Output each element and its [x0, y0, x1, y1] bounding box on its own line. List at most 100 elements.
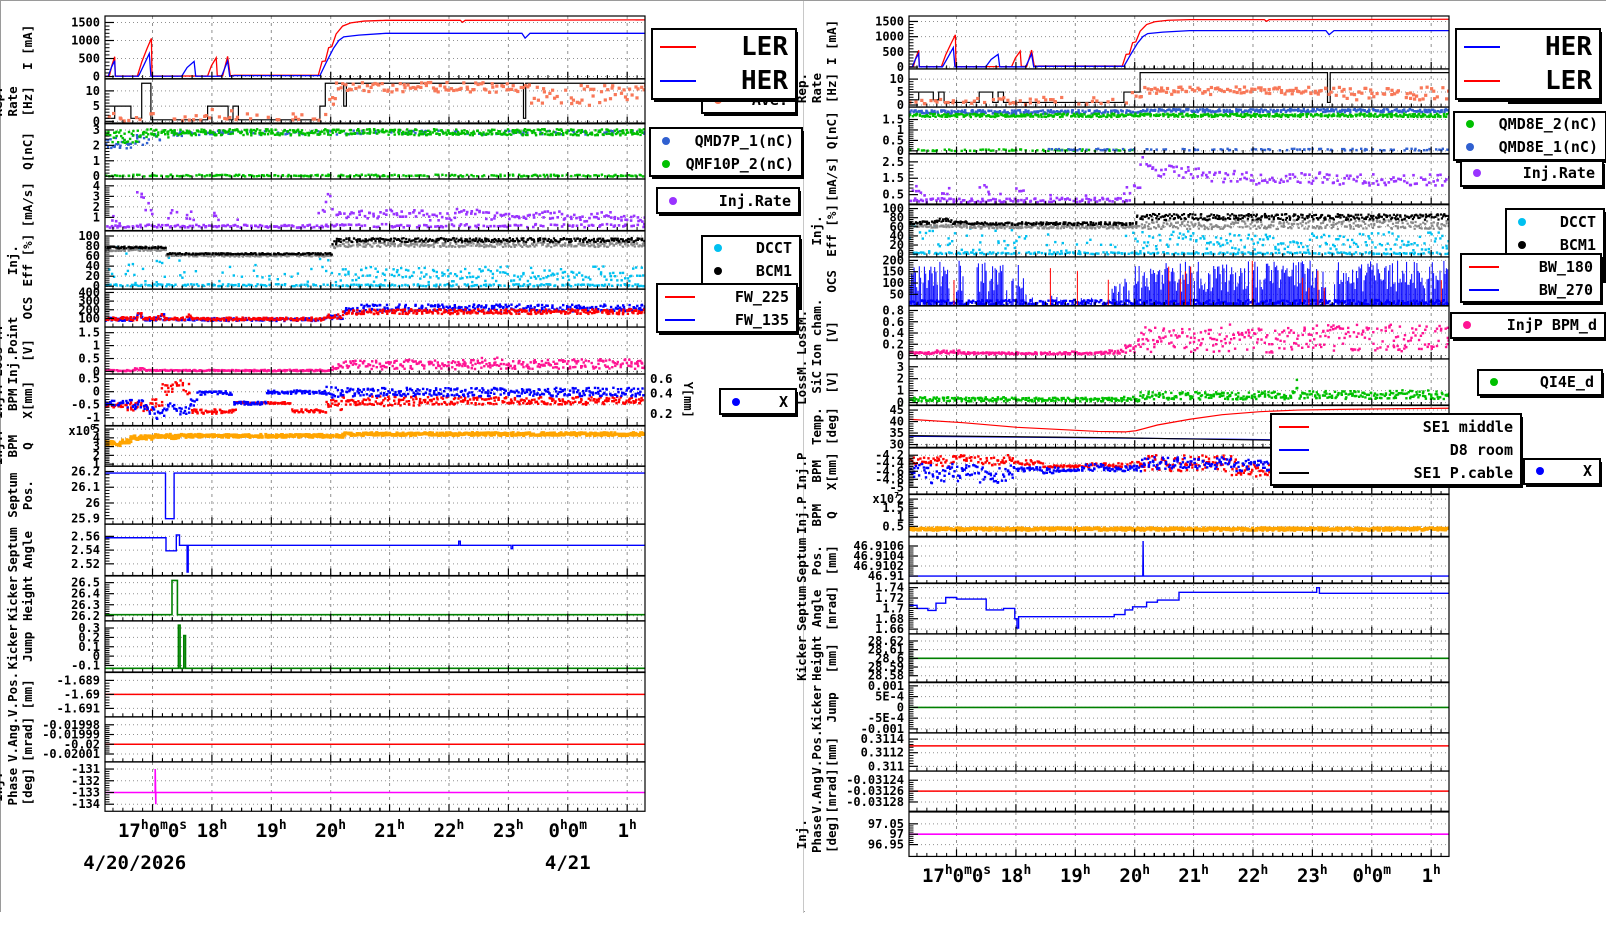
- legend-item: HER: [653, 64, 795, 98]
- legend-marker-line: [1279, 426, 1309, 428]
- legend-marker-dot: [714, 267, 722, 275]
- svg-text:100: 100: [78, 229, 100, 243]
- chart-left-septum-angle: 2.522.542.56SeptumAngle: [1, 524, 801, 578]
- legend-label: BCM1: [1536, 236, 1596, 254]
- svg-text:500: 500: [78, 52, 100, 66]
- legend-item: QMD8E_1(nC): [1455, 136, 1605, 159]
- legend-item: FW_135: [658, 308, 796, 331]
- legend-label: X: [1554, 462, 1592, 480]
- legend-item: QI4E_d: [1479, 371, 1601, 394]
- chart-left-v-pos: -1.689-1.69-1.691V.Pos.[mm]: [1, 672, 801, 719]
- legend-label: SE1 middle: [1317, 418, 1513, 436]
- chart-right-septum-angle: 1.661.681.71.721.74SeptumAngle[mrad]: [805, 583, 1605, 636]
- legend-label: QMD7P_1(nC): [680, 132, 794, 150]
- legend-marker-dot: [714, 244, 722, 252]
- legend-label: QI4E_d: [1508, 373, 1594, 391]
- chart-left-loss-monitor-inj-point: 00.511.5Loss M.Inj.Point[V]: [1, 327, 801, 377]
- legend-charge: QMD7P_1(nC) QMF10P_2(nC): [649, 127, 803, 177]
- legend-item: LER: [653, 30, 795, 64]
- legend-ocs: FW_225 FW_135: [656, 283, 798, 333]
- legend-lossm-ion-cham: InjP BPM_d: [1450, 312, 1606, 339]
- right-strip-chart-panel: 050010001500I [mA]0510Rep.Rate[Hz]00.511…: [805, 1, 1606, 913]
- legend-label: FW_225: [703, 288, 789, 306]
- legend-marker-line: [1464, 46, 1500, 48]
- legend-label: Inj.Rate: [1491, 164, 1595, 182]
- svg-text:1500: 1500: [71, 15, 100, 29]
- chart-left-v-ang: -0.01998-0.01999-0.02-0.02001V.Ang.[mrad…: [1, 717, 801, 764]
- legend-label: LER: [704, 32, 788, 62]
- legend-label: BW_270: [1507, 281, 1593, 299]
- svg-text:Rate: Rate: [5, 86, 20, 117]
- svg-text:[Hz]: [Hz]: [20, 86, 35, 116]
- date-label: 4/21: [545, 852, 591, 874]
- legend-item: SE1 middle: [1272, 415, 1520, 438]
- legend-label: QMF10P_2(nC): [680, 155, 794, 173]
- svg-text:1: 1: [93, 154, 100, 168]
- chart-right-inj-phase: 97.059796.95Inj.Phase[deg]: [805, 812, 1605, 859]
- left-strip-chart-panel: 050010001500I [mA]0510Rep.Rate[Hz]0123Q[…: [1, 1, 804, 913]
- legend-marker-dot: [1490, 378, 1498, 386]
- legend-item: FW_225: [658, 285, 796, 308]
- svg-text:[mA/s]: [mA/s]: [20, 183, 35, 228]
- legend-injection-rate: Inj.Rate: [1460, 160, 1604, 187]
- legend-label: QMD8E_1(nC): [1484, 138, 1598, 156]
- legend-item: BCM1: [703, 260, 799, 283]
- chart-right-v-pos: 0.31140.31120.311V.Pos.[mm]: [805, 733, 1605, 774]
- legend-item: Inj.Rate: [1462, 162, 1602, 185]
- svg-text:OCS: OCS: [20, 297, 35, 320]
- legend-item: BW_270: [1462, 278, 1600, 301]
- legend-marker-line: [1469, 289, 1499, 291]
- svg-text:Inj.: Inj.: [5, 245, 20, 275]
- legend-inj-p-bpm-x: X: [719, 388, 797, 415]
- legend-label: InjP BPM_d: [1481, 316, 1597, 334]
- legend-item: DCCT: [703, 237, 799, 260]
- legend-inj-p-bpm-x: X: [1523, 458, 1601, 485]
- legend-marker-line: [1279, 472, 1309, 474]
- chart-left-septum-pos: 25.92626.126.2SeptumPos.: [1, 466, 801, 527]
- beam-injection-monitor: 050010001500I [mA]0510Rep.Rate[Hz]0123Q[…: [0, 0, 1606, 912]
- legend-marker-line: [1469, 266, 1499, 268]
- legend-marker-dot: [1473, 169, 1481, 177]
- legend-marker-line: [660, 80, 696, 82]
- svg-text:5: 5: [93, 99, 100, 113]
- legend-charge: QMD8E_2(nC) QMD8E_1(nC): [1453, 111, 1606, 161]
- legend-marker-line: [1464, 80, 1500, 82]
- legend-marker-dot: [662, 137, 670, 145]
- legend-label: DCCT: [1536, 213, 1596, 231]
- legend-marker-dot: [1466, 120, 1474, 128]
- legend-item: Inj.Rate: [658, 189, 798, 212]
- legend-label: FW_135: [703, 311, 789, 329]
- x-axis-labels: 17h0m0s18h19h20h21h22h23h0h0m1h: [805, 856, 1605, 936]
- svg-text:10: 10: [86, 84, 100, 98]
- chart-right-septum-pos: 46.9146.910246.910446.9106SeptumPos.[mm]: [805, 537, 1605, 586]
- legend-item: X: [721, 390, 795, 413]
- legend-marker-line: [665, 296, 695, 298]
- svg-text:Eff [%]: Eff [%]: [20, 234, 35, 287]
- legend-marker-dot: [732, 398, 740, 406]
- legend-label: D8 room: [1317, 441, 1513, 459]
- legend-item: X: [1525, 460, 1599, 483]
- legend-beam-current: HERLER: [1455, 28, 1601, 100]
- legend-label: DCCT: [732, 239, 792, 257]
- legend-label: LER: [1508, 66, 1592, 96]
- legend-item: InjP BPM_d: [1452, 314, 1604, 337]
- legend-item: LER: [1457, 64, 1599, 98]
- svg-text:1000: 1000: [71, 34, 100, 48]
- legend-injection-rate: Inj.Rate: [656, 187, 800, 214]
- legend-item: QMD7P_1(nC): [651, 129, 801, 152]
- legend-marker-dot: [1536, 467, 1544, 475]
- svg-text:I [mA]: I [mA]: [20, 25, 35, 70]
- legend-item: QMD8E_2(nC): [1455, 113, 1605, 136]
- legend-label: BW_180: [1507, 258, 1593, 276]
- chart-left-kicker-height: 26.226.326.426.5KickerHeight: [1, 576, 801, 623]
- chart-right-injection-efficiency: 020406080100Inj.Eff [%]: [805, 204, 1605, 259]
- svg-text:2: 2: [93, 139, 100, 153]
- legend-label: HER: [704, 66, 788, 96]
- svg-text:4: 4: [93, 179, 100, 193]
- legend-label: QMD8E_2(nC): [1484, 115, 1598, 133]
- legend-beam-current: LER HER: [651, 28, 797, 100]
- legend-marker-dot: [1463, 321, 1471, 329]
- legend-label: Inj.Rate: [687, 192, 791, 210]
- legend-label: BCM1: [732, 262, 792, 280]
- legend-item: D8 room: [1272, 438, 1520, 461]
